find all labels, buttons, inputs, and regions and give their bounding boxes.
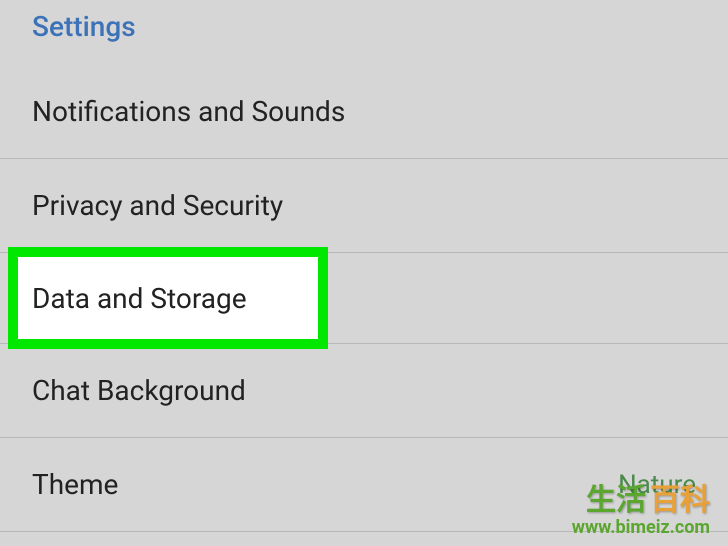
watermark-text: 生活 百科	[572, 475, 710, 519]
settings-item-privacy[interactable]: Privacy and Security	[0, 159, 728, 253]
watermark-cn-part1: 生活	[586, 475, 646, 519]
settings-item-label: Data and Storage	[32, 282, 247, 315]
watermark-url: www.bimeiz.com	[572, 517, 710, 538]
watermark: 生活 百科 www.bimeiz.com	[572, 475, 710, 538]
settings-item-chat-background[interactable]: Chat Background	[0, 344, 728, 438]
settings-item-label: Chat Background	[32, 374, 246, 407]
settings-item-label: Notifications and Sounds	[32, 95, 345, 128]
settings-item-notifications[interactable]: Notifications and Sounds	[0, 65, 728, 159]
watermark-cn-part2: 百科	[650, 475, 710, 519]
settings-item-label: Theme	[32, 468, 118, 501]
settings-item-label: Privacy and Security	[32, 189, 283, 222]
settings-item-data-storage[interactable]: Data and Storage	[8, 247, 328, 349]
settings-section-header: Settings	[0, 0, 728, 65]
settings-item-data-storage-wrapper: Data and Storage	[0, 253, 728, 344]
settings-list: Notifications and Sounds Privacy and Sec…	[0, 65, 728, 532]
